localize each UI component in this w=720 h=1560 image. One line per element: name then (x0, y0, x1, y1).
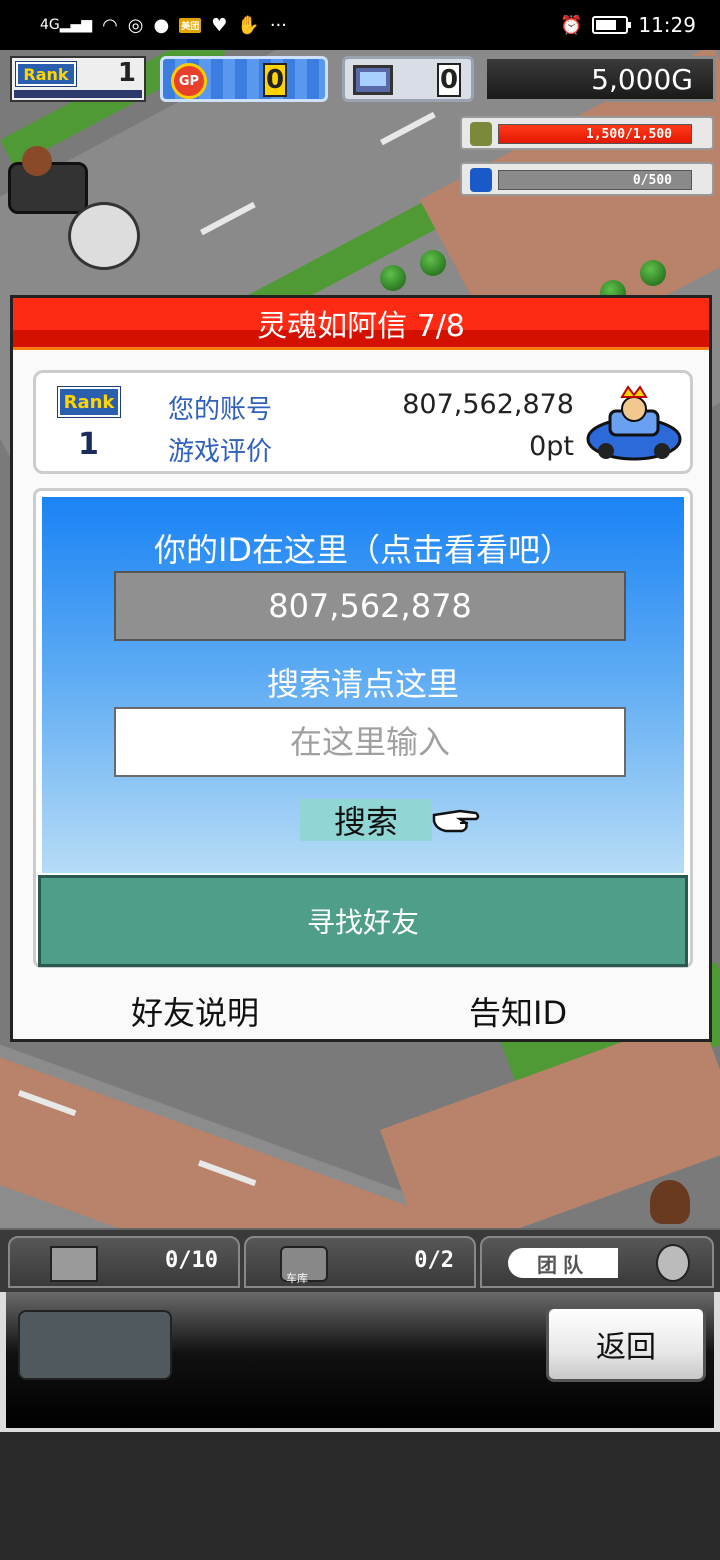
my-id-title[interactable]: 你的ID在这里（点击看看吧） (42, 525, 684, 571)
chat-icon: ● (153, 14, 170, 36)
gp-display[interactable]: GP 0 (160, 56, 328, 102)
wheel-sprite (68, 202, 140, 270)
character-sprite (650, 1180, 690, 1224)
energy-text: 0/500 (632, 172, 672, 188)
fuel-text: 1,500/1,500 (585, 126, 672, 142)
search-input[interactable] (114, 707, 626, 777)
my-id-display[interactable]: 807,562,878 (114, 571, 626, 641)
status-right: ⏰ 11:29 (560, 13, 696, 37)
player-car-icon (586, 385, 682, 461)
pointing-hand-icon (432, 809, 480, 833)
more-icon: ··· (269, 14, 287, 36)
rating-value: 0pt (529, 431, 574, 462)
find-friend-button[interactable]: 寻找好友 (38, 875, 688, 967)
research-display[interactable]: 0 (342, 56, 474, 102)
search-title: 搜索请点这里 (266, 665, 459, 703)
account-rank-label: Rank (57, 386, 121, 418)
team-avatar-icon (656, 1244, 690, 1282)
status-bar: 4G▂▄▆ ◠ ◎ ● 美团 ♥ ✋ ··· ⏰ 11:29 (0, 0, 720, 50)
empty-slot[interactable] (18, 1310, 172, 1380)
app-badge: 美团 (179, 17, 202, 33)
bottom-tabs: 0/10 车库 0/2 团队 (0, 1228, 720, 1292)
alarm-icon: ⏰ (559, 14, 583, 36)
wifi-icon: ◠ (102, 14, 118, 36)
clock: 11:29 (638, 13, 696, 37)
energy-icon (470, 168, 492, 192)
computer-icon (353, 65, 393, 95)
fuel-icon (470, 122, 492, 146)
location-icon: ◎ (127, 14, 144, 36)
friend-help-link[interactable]: 好友说明 (131, 988, 259, 1034)
crate-icon (50, 1246, 98, 1282)
top-hud: Rank 1 GP 0 0 5,000G (0, 52, 720, 106)
rank-label: Rank (15, 61, 77, 87)
signal-icon: 4G▂▄▆ (40, 17, 93, 33)
empty-area (0, 1432, 720, 1560)
account-id-label: 您的账号 (168, 395, 273, 425)
search-panel: 你的ID在这里（点击看看吧） 807,562,878 搜索请点这里 搜索 寻找好… (33, 488, 693, 968)
search-area: 你的ID在这里（点击看看吧） 807,562,878 搜索请点这里 搜索 (42, 497, 684, 873)
back-button[interactable]: 返回 (546, 1306, 706, 1382)
friend-dialog: 灵魂如阿信 7/8 Rank 1 您的账号 807,562,878 游戏评价 0… (10, 295, 712, 1042)
search-button[interactable]: 搜索 (300, 799, 432, 841)
character-sprite (22, 146, 52, 176)
rank-display: Rank 1 (10, 56, 146, 102)
account-rank-value: 1 (78, 427, 99, 462)
share-id-link[interactable]: 告知ID (469, 988, 567, 1034)
heart-icon: ♥ (211, 14, 228, 36)
gp-value: 0 (263, 63, 287, 97)
gold-display: 5,000G (484, 56, 716, 102)
rank-value: 1 (117, 58, 136, 88)
account-id-value: 807,562,878 (402, 389, 574, 420)
gp-icon: GP (171, 63, 207, 99)
tab-team[interactable]: 团队 (480, 1236, 714, 1288)
tab-garage[interactable]: 车库 0/2 (244, 1236, 476, 1288)
status-left: 4G▂▄▆ ◠ ◎ ● 美团 ♥ ✋ ··· (40, 15, 287, 36)
materials-count: 0/10 (165, 1248, 218, 1273)
research-value: 0 (437, 63, 461, 97)
rating-label: 游戏评价 (168, 437, 273, 467)
garage-label: 车库 (286, 1272, 308, 1285)
tab-materials[interactable]: 0/10 (8, 1236, 240, 1288)
energy-meter: 0/500 (460, 162, 714, 196)
garage-count: 0/2 (414, 1248, 454, 1273)
hand-icon: ✋ (237, 14, 260, 36)
battery-icon (592, 16, 632, 34)
rank-progress-bar (14, 90, 142, 98)
team-label: 团队 (508, 1248, 618, 1278)
fuel-meter: 1,500/1,500 (460, 116, 714, 150)
bottom-panel: 返回 (0, 1292, 720, 1432)
account-card: Rank 1 您的账号 807,562,878 游戏评价 0pt (33, 370, 693, 474)
dialog-title: 灵魂如阿信 7/8 (13, 298, 709, 350)
